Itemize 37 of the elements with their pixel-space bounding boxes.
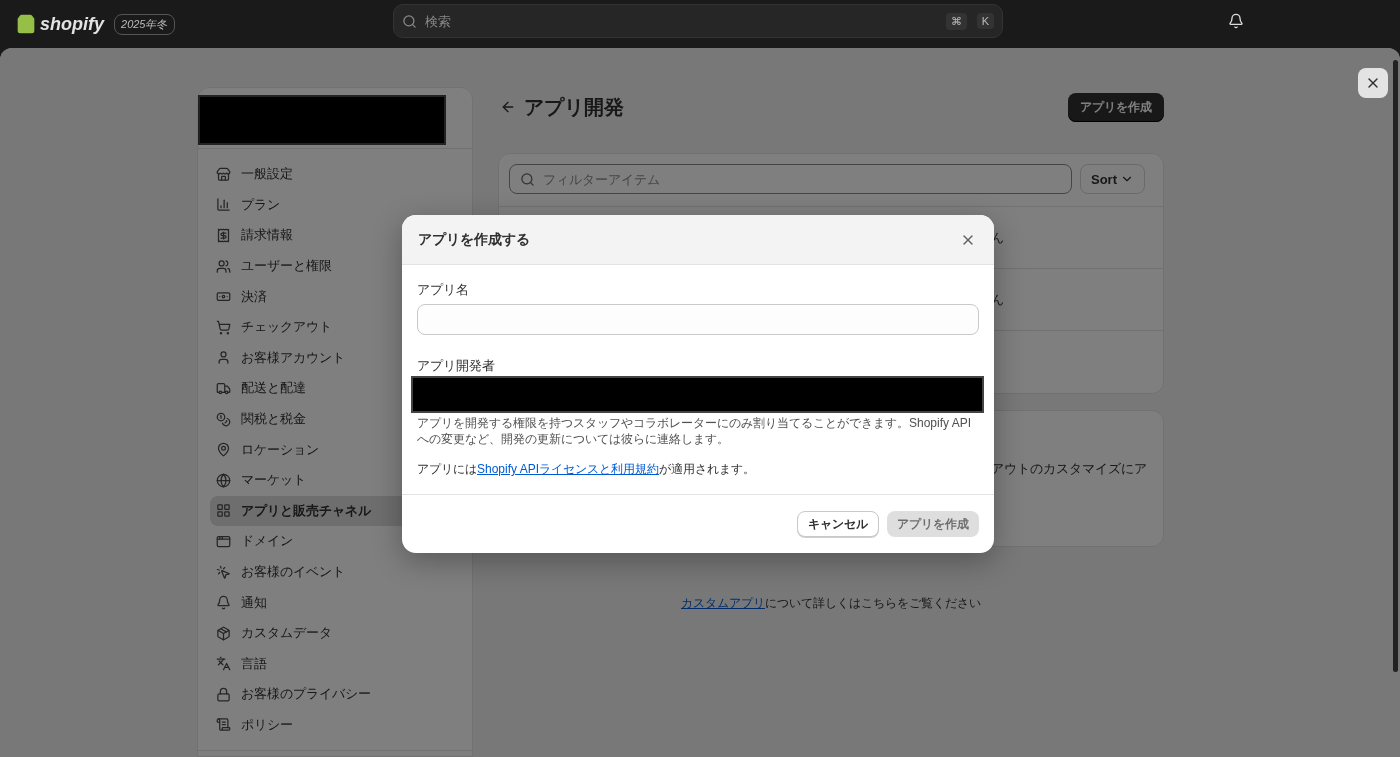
search-icon: [402, 13, 417, 29]
scrollbar[interactable]: [1393, 60, 1398, 672]
search-input[interactable]: 検索: [423, 12, 936, 30]
grid-icon: [216, 503, 231, 519]
scroll-icon: [216, 717, 231, 733]
pointer-click-icon: [216, 564, 231, 580]
app-name-field[interactable]: [417, 304, 979, 335]
custom-apps-link[interactable]: カスタムアプリ: [681, 596, 765, 610]
create-app-button[interactable]: アプリを作成: [1068, 92, 1164, 122]
window-icon: [216, 533, 231, 549]
coins-icon: [216, 411, 231, 427]
search-icon: [520, 171, 535, 187]
lock-icon: [216, 686, 231, 702]
search-field[interactable]: 検索 ⌘ K: [393, 4, 1003, 38]
cancel-button[interactable]: キャンセル: [797, 511, 879, 537]
sort-button[interactable]: Sort: [1080, 164, 1145, 194]
map-pin-icon: [216, 442, 231, 458]
page-title: アプリ開発: [524, 94, 624, 120]
close-button[interactable]: [1358, 68, 1388, 98]
learn-more-text: カスタムアプリ について詳しくはこちらをご覧ください: [680, 595, 982, 612]
bar-chart-icon: [216, 197, 231, 213]
bell-icon: [216, 595, 231, 611]
edition-badge: 2025年冬: [114, 13, 175, 35]
truck-icon: [216, 380, 231, 396]
person-icon: [216, 350, 231, 366]
cart-icon: [216, 319, 231, 335]
globe-icon: [216, 472, 231, 488]
terms-link[interactable]: Shopify APIライセンスと利用規約: [477, 462, 660, 476]
shortcut-key: K: [976, 13, 994, 29]
receipt-icon: [216, 228, 231, 243]
store-icon: [216, 166, 231, 182]
package-icon: [216, 625, 231, 641]
bell-icon: [1228, 13, 1244, 29]
logo-text: shopify: [40, 13, 104, 35]
users-icon: [216, 258, 231, 274]
language-icon: [216, 656, 231, 672]
shortcut-key: ⌘: [945, 12, 967, 30]
